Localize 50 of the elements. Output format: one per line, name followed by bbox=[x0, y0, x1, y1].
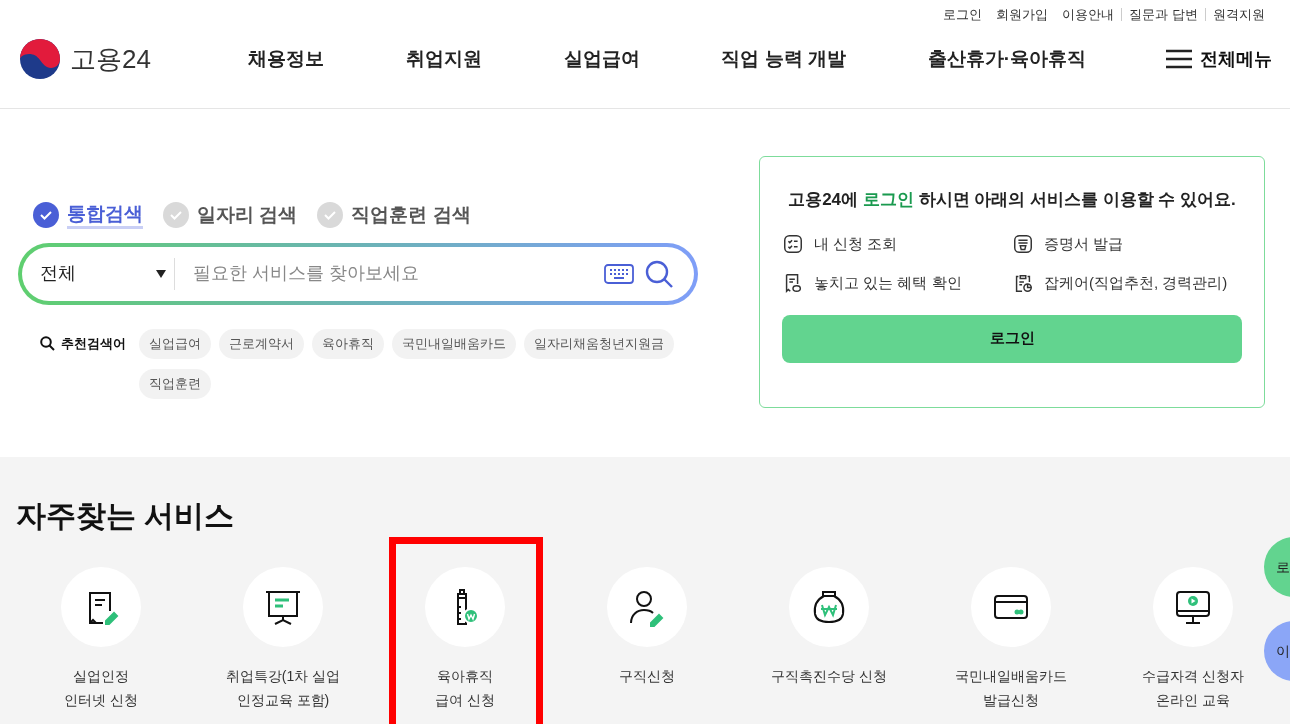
keyword-tag[interactable]: 국민내일배움카드 bbox=[392, 328, 516, 359]
top-link[interactable]: 질문과 답변 bbox=[1121, 7, 1205, 21]
certificate-icon bbox=[1012, 232, 1034, 255]
search-tab[interactable]: 직업훈련 검색 bbox=[317, 201, 471, 230]
service-label: 국민내일배움카드 발급신청 bbox=[955, 667, 1067, 710]
top-link[interactable]: 이용안내 bbox=[1055, 7, 1122, 21]
keyboard-icon[interactable] bbox=[604, 263, 634, 284]
service-link[interactable]: 잡케어(직업추천, 경력관리) bbox=[1044, 272, 1228, 295]
service-label: 취업특강(1차 실업 인정교육 포함) bbox=[225, 667, 341, 710]
checklist-icon bbox=[782, 232, 804, 255]
search-icon bbox=[40, 336, 55, 351]
nav-link[interactable]: 출산휴가·육아휴직 bbox=[927, 44, 1086, 74]
nav-link[interactable]: 실업급여 bbox=[563, 44, 640, 74]
check-icon bbox=[317, 202, 344, 229]
service-label: 수급자격 신청자 온라인 교육 bbox=[1142, 667, 1244, 710]
all-menu-button[interactable]: 전체메뉴 bbox=[1166, 45, 1272, 73]
search-icon bbox=[644, 258, 674, 289]
top-link[interactable]: 로그인 bbox=[936, 7, 990, 21]
service-label: 구직촉진수당 신청 bbox=[771, 667, 887, 686]
service-link[interactable]: 증명서 발급 bbox=[1044, 232, 1124, 255]
caret-icon bbox=[156, 269, 166, 278]
recommended-label: 추천검색어 bbox=[61, 334, 126, 353]
check-icon bbox=[163, 202, 189, 229]
search-tab[interactable]: 통합검색 bbox=[33, 201, 143, 230]
service-label: 육아휴직 급여 신청 bbox=[435, 667, 495, 710]
keyword-tag[interactable]: 직업훈련 bbox=[139, 368, 211, 399]
service-label: 구직신청 bbox=[619, 667, 675, 686]
logo-text[interactable]: 고용24 bbox=[70, 39, 151, 79]
keyword-tag[interactable]: 일자리채움청년지원금 bbox=[524, 328, 674, 359]
nav-link[interactable]: 취업지원 bbox=[405, 44, 482, 74]
search-tab[interactable]: 일자리 검색 bbox=[163, 201, 298, 230]
top-link[interactable]: 회원가입 bbox=[989, 7, 1056, 21]
login-message: 고용24에 로그인 하시면 아래의 서비스를 이용할 수 있어요. bbox=[787, 189, 1237, 211]
top-link[interactable]: 원격지원 bbox=[1205, 7, 1272, 21]
service-label: 실업인정 인터넷 신청 bbox=[64, 667, 138, 710]
search-input[interactable]: 필요한 서비스를 찾아보세요 bbox=[193, 260, 604, 287]
logo-icon bbox=[18, 37, 62, 81]
keyword-tag[interactable]: 근로계약서 bbox=[219, 328, 304, 359]
search-button[interactable] bbox=[644, 258, 674, 289]
nav-link[interactable]: 채용정보 bbox=[248, 44, 324, 74]
nav-link[interactable]: 직업 능력 개발 bbox=[721, 44, 846, 74]
keyword-tag[interactable]: 육아휴직 bbox=[312, 328, 384, 359]
scope-dropdown[interactable]: 전체 bbox=[40, 257, 175, 290]
section-title: 자주찾는 서비스 bbox=[15, 501, 236, 531]
keyword-tag[interactable]: 실업급여 bbox=[139, 328, 211, 359]
login-button[interactable]: 로그인 bbox=[782, 314, 1242, 363]
check-icon bbox=[33, 202, 59, 229]
service-link[interactable]: 놓치고 있는 혜택 확인 bbox=[814, 272, 962, 295]
service-link[interactable]: 내 신청 조회 bbox=[814, 232, 898, 255]
menu-icon bbox=[1166, 49, 1192, 69]
